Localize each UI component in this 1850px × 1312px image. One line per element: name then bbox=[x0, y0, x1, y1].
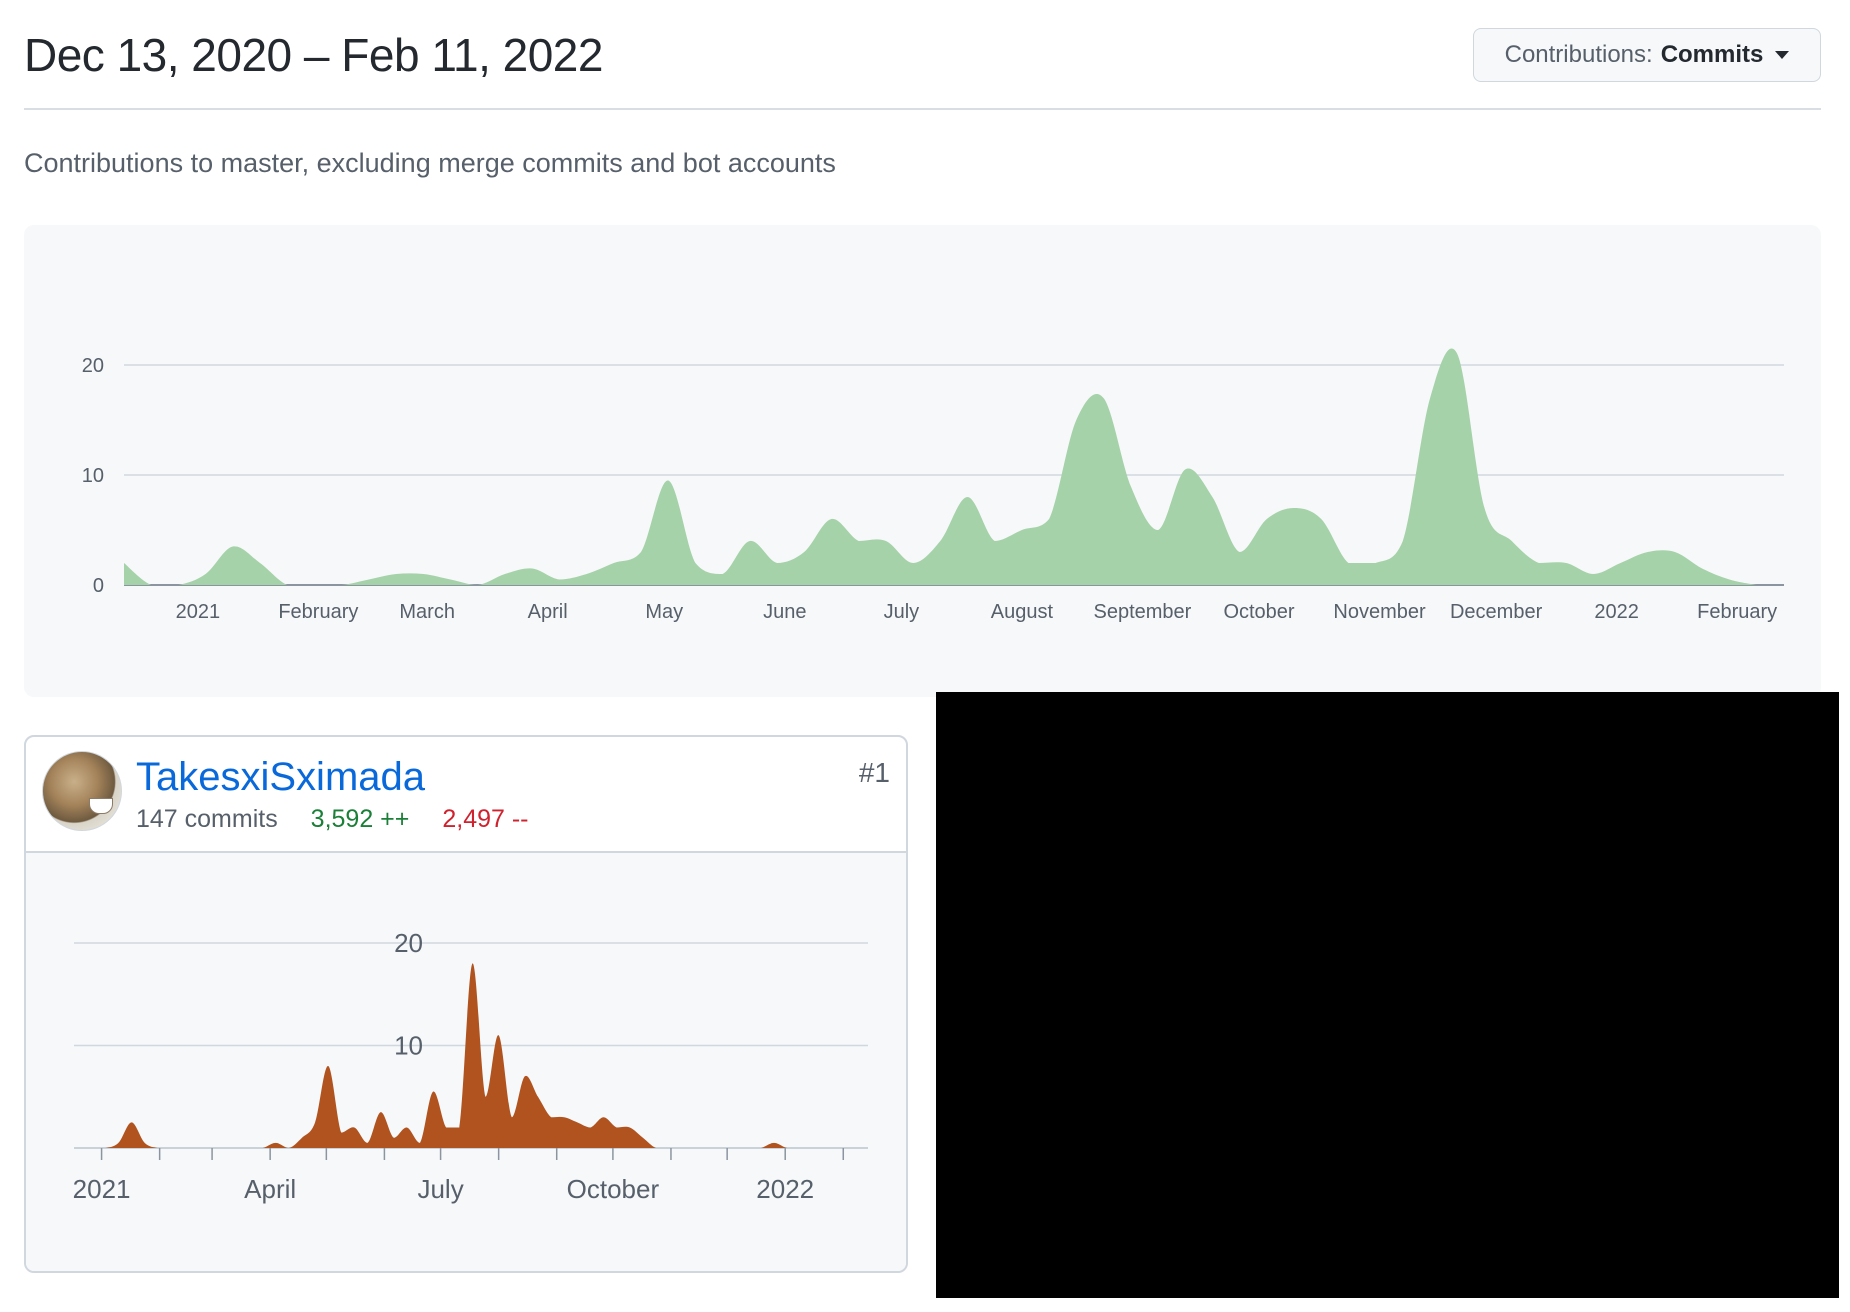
contributor-chart-svg: 10 20 2021 April July October 2022 bbox=[66, 928, 868, 1204]
main-chart-svg: 0 10 20 2021 February March April May June July Au… bbox=[82, 348, 1784, 623]
main-chart-area bbox=[124, 348, 1757, 585]
contributor-stats: 147 commits 3,592 ++ 2,497 -- bbox=[136, 805, 529, 834]
contributor-chart-x-tick-label: April bbox=[244, 1174, 296, 1204]
dropdown-selected-value: Commits bbox=[1660, 41, 1764, 68]
main-chart-x-tick-label: 2022 bbox=[1594, 601, 1639, 623]
main-chart-x-tick-label: August bbox=[991, 601, 1054, 623]
caret-down-icon bbox=[1775, 51, 1790, 59]
contributor-chart: 10 20 2021 April July October 2022 bbox=[26, 851, 906, 1271]
main-chart-x-tick-label: February bbox=[1697, 601, 1777, 623]
contributor-chart-y-tick-label: 20 bbox=[394, 928, 423, 958]
contributor-chart-y-tick-label: 10 bbox=[394, 1031, 423, 1061]
main-chart-x-tick-label: May bbox=[645, 601, 683, 623]
main-chart-y-tick-label: 10 bbox=[82, 465, 104, 487]
header-divider bbox=[24, 108, 1821, 110]
deletions-count: 2,497 -- bbox=[442, 805, 529, 833]
main-chart-x-tick-label: June bbox=[763, 601, 806, 623]
contributor-chart-area bbox=[66, 963, 853, 1148]
main-chart-x-tick-label: November bbox=[1333, 601, 1426, 623]
page-title: Dec 13, 2020 – Feb 11, 2022 bbox=[24, 29, 603, 81]
main-chart-x-tick-label: July bbox=[884, 601, 920, 623]
avatar-photo-icon bbox=[89, 798, 113, 814]
main-chart-y-tick-label: 0 bbox=[93, 575, 104, 597]
main-chart-x-tick-label: March bbox=[399, 601, 455, 623]
commit-count-link[interactable]: 147 commits bbox=[136, 805, 278, 833]
redacted-region bbox=[936, 692, 1839, 1298]
contributor-username-link[interactable]: TakesxiSximada bbox=[136, 755, 425, 800]
additions-count: 3,592 ++ bbox=[310, 805, 410, 833]
contributor-card: TakesxiSximada #1 147 commits 3,592 ++ 2… bbox=[24, 735, 908, 1273]
main-chart-y-tick-label: 20 bbox=[82, 355, 104, 377]
contributor-chart-x-tick-label: 2022 bbox=[756, 1174, 814, 1204]
contributions-type-dropdown[interactable]: Contributions: Commits bbox=[1473, 28, 1821, 82]
contributor-chart-x-tick-label: 2021 bbox=[73, 1174, 131, 1204]
main-contributions-chart: 0 10 20 2021 February March April May June July Au… bbox=[24, 225, 1821, 697]
main-chart-x-tick-label: October bbox=[1223, 601, 1294, 623]
main-chart-x-tick-label: September bbox=[1093, 601, 1191, 623]
main-chart-x-tick-label: April bbox=[528, 601, 568, 623]
main-chart-x-tick-label: February bbox=[278, 601, 358, 623]
contributor-rank: #1 bbox=[858, 757, 890, 788]
contributor-chart-x-tick-label: October bbox=[567, 1174, 660, 1204]
dropdown-label: Contributions: bbox=[1504, 41, 1653, 68]
main-chart-x-tick-label: 2021 bbox=[176, 601, 221, 623]
avatar[interactable] bbox=[42, 751, 122, 831]
main-chart-x-tick-label: December bbox=[1450, 601, 1543, 623]
page-subtitle: Contributions to master, excluding merge… bbox=[24, 148, 836, 178]
contributor-chart-x-tick-label: July bbox=[417, 1174, 463, 1204]
